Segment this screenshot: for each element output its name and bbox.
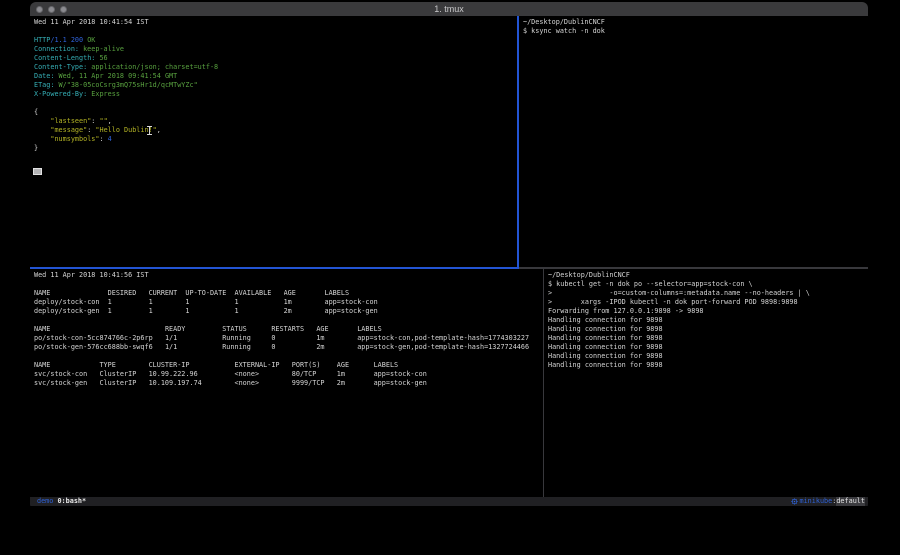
cwd-line: ~/Desktop/DublinCNCF [523,18,868,27]
deployment-row: deploy/stock-gen11112mapp=stock-gen [34,307,543,316]
output-line: Handling connection for 9898 [548,361,868,370]
service-row: svc/stock-genClusterIP10.109.197.74<none… [34,379,543,388]
http-status-line: HTTP/1.1 200 OK [34,36,517,45]
blank-line [34,27,517,36]
output-line: Handling connection for 9898 [548,343,868,352]
command-continuation-line: > -o=custom-columns=:metadata.name --no-… [548,289,868,298]
terminal-cursor [33,168,42,175]
http-header-line: Content-Type:application/json; charset=u… [34,63,517,72]
service-row: svc/stock-conClusterIP10.99.222.96<none>… [34,370,543,379]
command-continuation-line: > xargs -IPOD kubectl -n dok port-forwar… [548,298,868,307]
tmux-terminal: Wed 11 Apr 2018 10:41:54 IST HTTP/1.1 20… [30,16,868,497]
json-close-brace: } [34,144,517,153]
window-title: 1. tmux [30,3,868,16]
kubernetes-helm-icon [791,498,798,505]
command-line: $ kubectl get -n dok po --selector=app=s… [548,280,868,289]
blank-line [34,316,543,325]
output-line: Forwarding from 127.0.0.1:9898 -> 9898 [548,307,868,316]
desktop: 1. tmux Wed 11 Apr 2018 10:41:54 IST HTT… [0,0,900,555]
timestamp-line: Wed 11 Apr 2018 10:41:56 IST [34,271,543,280]
blank-line [34,280,543,289]
pane-bottom-right[interactable]: ~/Desktop/DublinCNCF $ kubectl get -n do… [544,269,868,497]
blank-line [34,352,543,361]
mouse-ibeam-cursor [147,126,152,136]
pods-header-row: NAMEREADYSTATUSRESTARTSAGELABELS [34,325,543,334]
http-header-line: Content-Length:56 [34,54,517,63]
deployment-row: deploy/stock-con11111mapp=stock-con [34,298,543,307]
output-line: Handling connection for 9898 [548,352,868,361]
output-line: Handling connection for 9898 [548,325,868,334]
output-line: Handling connection for 9898 [548,334,868,343]
json-field-line: "lastseen": "", [34,117,517,126]
cwd-line: ~/Desktop/DublinCNCF [548,271,868,280]
pod-row: po/stock-con-5cc874766c-2p6rp1/1Running0… [34,334,543,343]
kube-context: minikube [800,497,833,506]
http-header-line: Connection:keep-alive [34,45,517,54]
pane-bottom-left[interactable]: Wed 11 Apr 2018 10:41:56 IST NAMEDESIRED… [30,269,543,497]
json-field-line: "message": "Hello Dublin!", [34,126,517,135]
http-version-code: /1.1 200 [50,36,83,44]
http-header-line: Date:Wed, 11 Apr 2018 09:41:54 GMT [34,72,517,81]
http-header-line: X-Powered-By:Express [34,90,517,99]
http-protocol: HTTP [34,36,50,44]
pane-top-left[interactable]: Wed 11 Apr 2018 10:41:54 IST HTTP/1.1 20… [30,16,517,267]
pane-top-right[interactable]: ~/Desktop/DublinCNCF $ ksync watch -n do… [519,16,868,267]
deployments-header-row: NAMEDESIREDCURRENTUP-TO-DATEAVAILABLEAGE… [34,289,543,298]
http-header-line: ETag:W/"38-05coCsrg3mQ75sHr1d/qcMTwYZc" [34,81,517,90]
services-header-row: NAMETYPECLUSTER-IPEXTERNAL-IPPORT(S)AGEL… [34,361,543,370]
status-right: minikube : default [791,497,866,506]
tmux-status-bar: demo 0:bash* minikube : default [30,497,868,506]
command-line: $ ksync watch -n dok [523,27,868,36]
kube-namespace: default [836,497,865,506]
http-status-text: OK [87,36,95,44]
blank-line [34,99,517,108]
timestamp-line: Wed 11 Apr 2018 10:41:54 IST [34,18,517,27]
status-left: demo 0:bash* [37,497,86,506]
json-field-line: "numsymbols": 4 [34,135,517,144]
window-tab-label[interactable]: 0:bash* [57,497,86,506]
pod-row: po/stock-gen-576cc688bb-swqf61/1Running0… [34,343,543,352]
terminal-window: 1. tmux Wed 11 Apr 2018 10:41:54 IST HTT… [30,2,868,510]
json-open-brace: { [34,108,517,117]
session-name[interactable]: demo [37,497,53,506]
output-line: Handling connection for 9898 [548,316,868,325]
window-titlebar[interactable]: 1. tmux [30,2,868,17]
